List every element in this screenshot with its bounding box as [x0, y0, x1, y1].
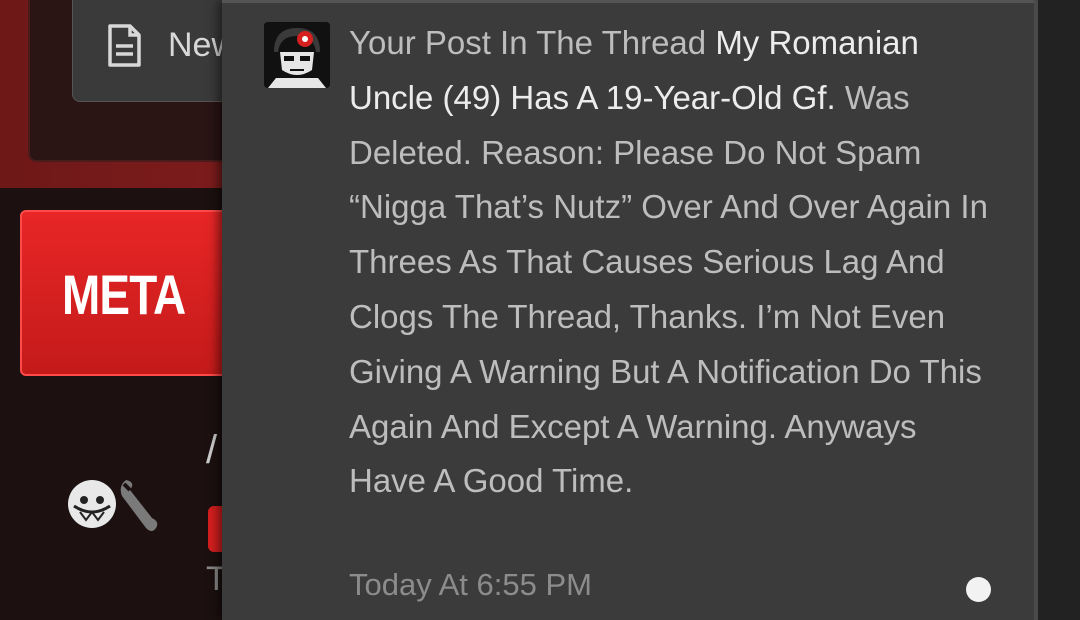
avatar[interactable]	[264, 22, 330, 88]
user-avatar-icon	[264, 22, 330, 88]
notification-message: Your Post In The Thread My Romanian Uncl…	[349, 16, 989, 509]
scrollbar-edge	[1034, 0, 1038, 620]
scrollbar[interactable]	[1034, 0, 1080, 620]
wrench-icon	[120, 480, 158, 531]
notification-timestamp: Today At 6:55 PM	[349, 567, 592, 602]
avatar[interactable]	[66, 476, 122, 532]
forum-node-meta-label: META	[62, 263, 186, 326]
unread-indicator[interactable]	[966, 577, 991, 602]
breadcrumb-separator: /	[206, 428, 218, 472]
document-icon	[108, 24, 141, 67]
message-prefix: Your Post In The Thread	[349, 24, 716, 61]
popup-divider	[222, 0, 1034, 3]
message-body: Was Deleted. Reason: Please Do Not Spam …	[349, 78, 988, 500]
